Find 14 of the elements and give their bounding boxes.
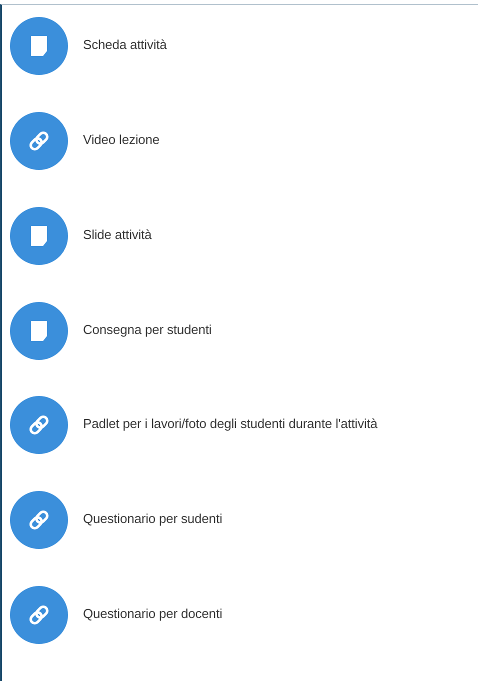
document-icon [10,302,68,360]
activity-link[interactable]: Padlet per i lavori/foto degli studenti durante l'attività [83,416,378,432]
link-icon [10,586,68,644]
link-icon [10,396,68,454]
activity-link[interactable]: Questionario per sudenti [83,511,222,526]
link-icon [10,491,68,550]
activity-link[interactable]: Questionario per docenti [83,606,222,622]
activity-link[interactable]: Slide attività [83,226,152,242]
document-icon [10,17,68,75]
activity-link[interactable]: Scheda attività [83,37,167,52]
activity-link[interactable]: Video lezione [83,132,160,147]
activity-link[interactable]: Consegna per studenti [83,322,212,337]
document-icon [10,206,68,265]
link-icon [10,112,68,170]
